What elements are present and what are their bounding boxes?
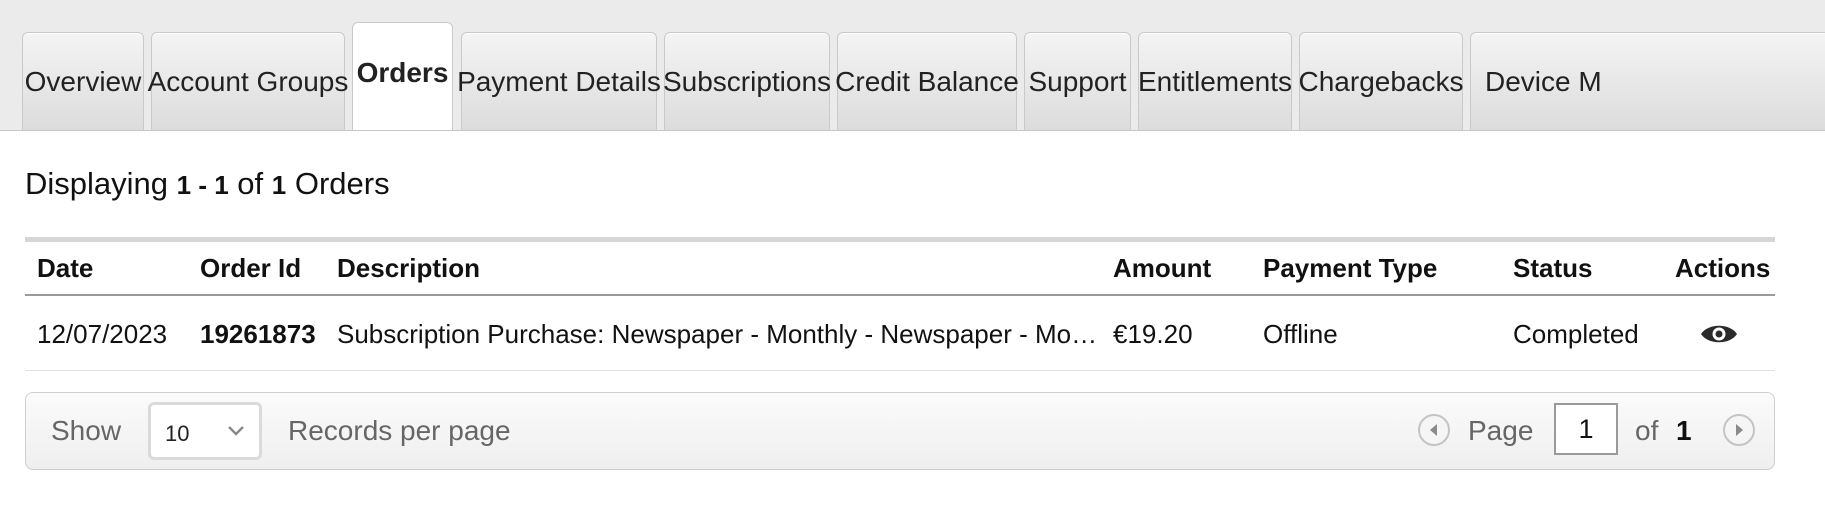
tab-overview[interactable]: Overview xyxy=(22,32,144,130)
results-summary: Displaying 1 - 1 of 1 Orders xyxy=(25,166,390,202)
table-row: 12/07/2023 19261873 Subscription Purchas… xyxy=(25,296,1775,371)
tab-subscriptions[interactable]: Subscriptions xyxy=(663,32,831,130)
tab-support[interactable]: Support xyxy=(1024,32,1131,130)
order-description: Subscription Purchase: Newspaper - Month… xyxy=(337,319,1107,349)
column-header-actions: Actions xyxy=(1675,253,1771,283)
summary-range: 1 - 1 xyxy=(176,170,229,200)
order-amount: €19.20 xyxy=(1113,319,1193,349)
summary-of: of xyxy=(237,166,264,201)
column-header-date[interactable]: Date xyxy=(37,253,93,284)
page-label: Page xyxy=(1468,415,1534,446)
column-header-payment-type[interactable]: Payment Type xyxy=(1263,253,1437,284)
arrow-right-icon xyxy=(1736,424,1743,436)
previous-page-button[interactable] xyxy=(1418,414,1450,446)
orders-table: Date Order Id Description Amount Payment… xyxy=(25,237,1775,371)
order-id-link[interactable]: 19261873 xyxy=(200,319,316,350)
tab-bar: Overview Account Groups Orders Payment D… xyxy=(0,0,1825,131)
page-number-input[interactable]: 1 xyxy=(1554,403,1618,455)
chevron-down-icon xyxy=(228,426,244,436)
tab-chargebacks[interactable]: Chargebacks xyxy=(1299,32,1464,130)
tab-account-groups[interactable]: Account Groups xyxy=(148,32,348,130)
summary-suffix: Orders xyxy=(294,166,390,201)
table-header: Date Order Id Description Amount Payment… xyxy=(25,237,1775,296)
tab-credit-balance[interactable]: Credit Balance xyxy=(835,32,1019,130)
column-header-description[interactable]: Description xyxy=(337,253,480,284)
records-per-page-value: 10 xyxy=(165,421,190,446)
column-header-order-id[interactable]: Order Id xyxy=(200,253,301,284)
order-date: 12/07/2023 xyxy=(37,319,168,349)
summary-total: 1 xyxy=(271,170,287,200)
records-per-page-select[interactable]: 10 xyxy=(148,402,262,460)
pagination-bar: Show 10 Records per page Page 1 of 1 xyxy=(25,392,1775,470)
order-payment-type: Offline xyxy=(1263,319,1338,349)
column-header-amount[interactable]: Amount xyxy=(1113,253,1211,284)
arrow-left-icon xyxy=(1430,424,1437,436)
records-per-page-label: Records per page xyxy=(288,415,511,446)
total-pages: 1 xyxy=(1676,415,1692,446)
of-label: of xyxy=(1635,415,1659,446)
tab-payment-details[interactable]: Payment Details xyxy=(457,32,661,130)
tab-orders[interactable]: Orders xyxy=(352,22,453,130)
order-status: Completed xyxy=(1513,319,1639,349)
eye-icon[interactable] xyxy=(1700,321,1738,347)
tab-entitlements[interactable]: Entitlements xyxy=(1138,32,1292,130)
column-header-status[interactable]: Status xyxy=(1513,253,1592,284)
show-label: Show xyxy=(51,415,122,446)
next-page-button[interactable] xyxy=(1723,414,1755,446)
tab-device[interactable]: Device M xyxy=(1470,32,1825,130)
summary-prefix: Displaying xyxy=(25,166,169,201)
